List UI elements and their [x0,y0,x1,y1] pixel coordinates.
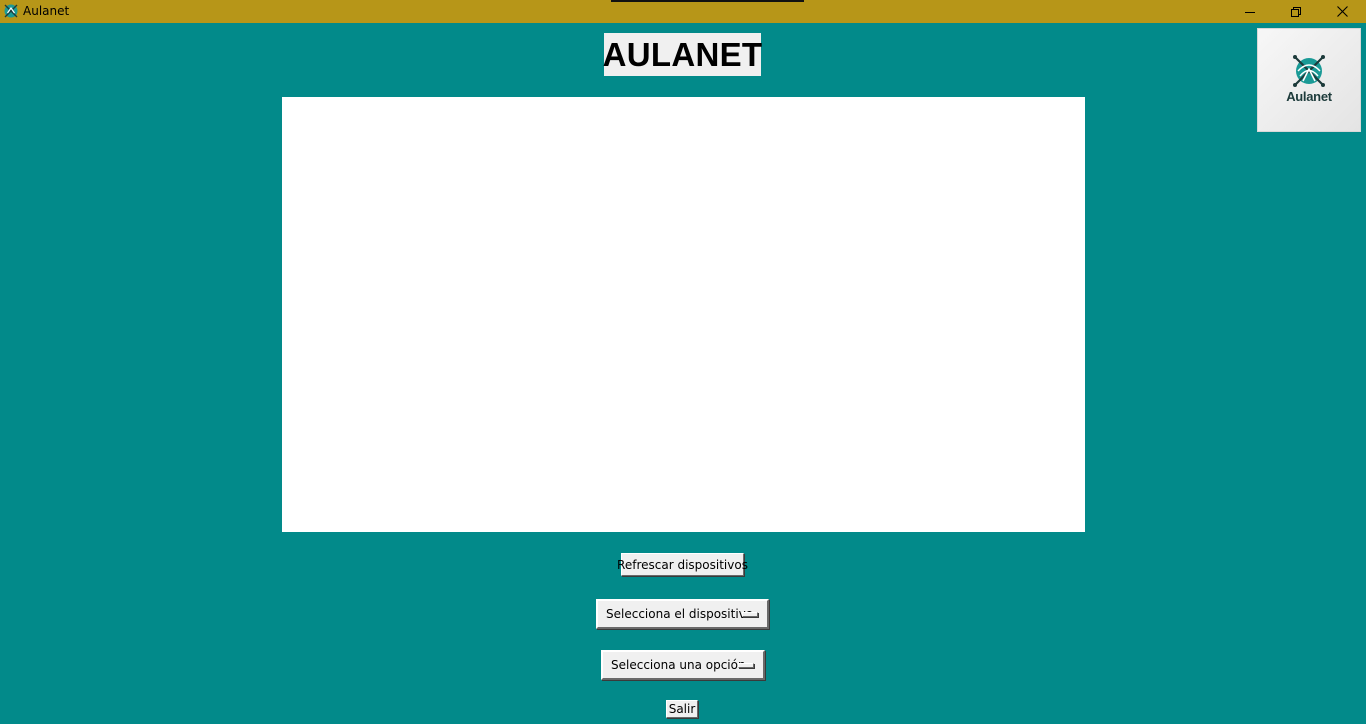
option-select-menu[interactable]: Selecciona una opción [601,650,765,680]
aulanet-logo-icon [4,4,18,18]
restore-icon [1291,6,1301,17]
exit-button[interactable]: Salir [666,700,698,718]
logo-wordmark: Aulanet [1286,88,1332,104]
refresh-devices-button[interactable]: Refrescar dispositivos [617,553,748,576]
window-titlebar[interactable]: Aulanet [0,0,1366,23]
window-title: Aulanet [23,4,70,18]
menu-indicator-icon [742,612,758,617]
device-select-label: Selecciona el dispositivo [606,607,754,621]
close-button[interactable] [1319,0,1365,23]
titlebar-drag-indicator [611,0,804,2]
menu-indicator-icon [738,663,754,668]
minimize-button[interactable] [1227,0,1273,23]
device-select-menu[interactable]: Selecciona el dispositivo [596,599,769,629]
device-display-panel [282,97,1085,532]
close-icon [1336,6,1348,17]
restore-button[interactable] [1273,0,1319,23]
minimize-icon [1245,11,1255,13]
option-select-label: Selecciona una opción [611,658,746,672]
aulanet-logo: Aulanet [1257,28,1361,132]
page-title: AULANET [603,33,762,76]
aulanet-logo-mark [1293,54,1325,87]
